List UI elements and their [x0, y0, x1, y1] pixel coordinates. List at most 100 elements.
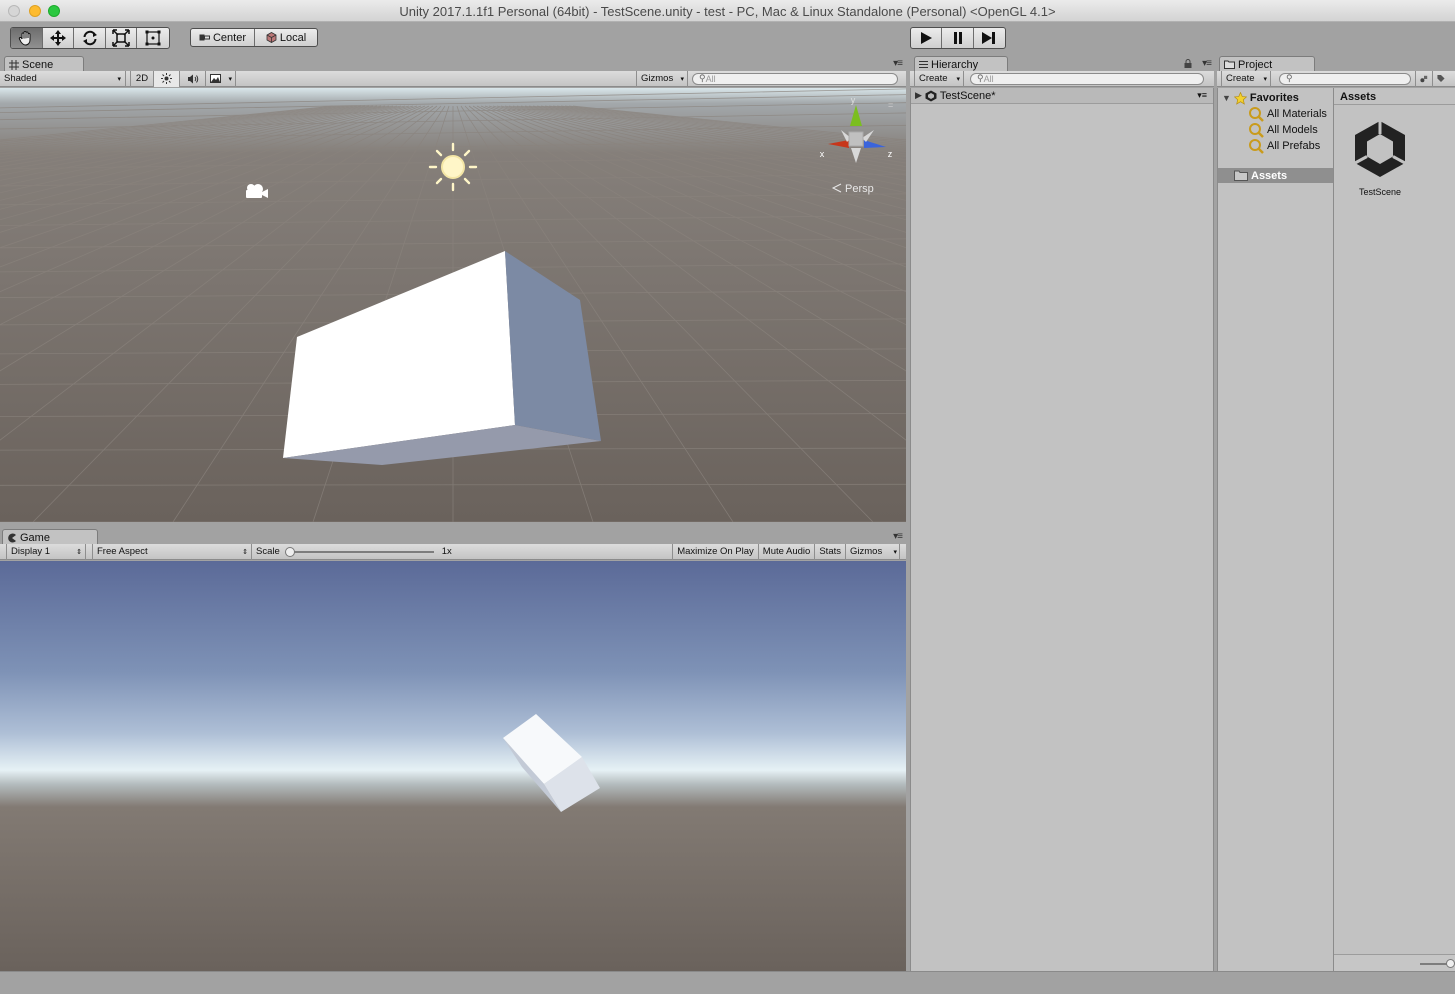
- search-by-type-button[interactable]: [1415, 70, 1433, 87]
- 2d-toggle[interactable]: 2D: [130, 70, 154, 87]
- favorite-item-prefabs[interactable]: All Prefabs: [1248, 138, 1320, 154]
- stepper-arrows-icon: ⇕: [76, 548, 82, 556]
- hand-tool-icon: [19, 31, 31, 46]
- pivot-center-button[interactable]: Center: [191, 29, 255, 46]
- rect-tool-button[interactable]: [137, 28, 169, 48]
- projection-label[interactable]: Persp: [845, 183, 874, 195]
- mute-audio-label: Mute Audio: [762, 546, 811, 557]
- dropdown-arrow-icon: ▾: [893, 548, 897, 556]
- step-button[interactable]: [974, 28, 1005, 48]
- hierarchy-toolbar: Create ▾ ⚲ All: [910, 70, 1214, 87]
- assets-folder-label: Assets: [1251, 169, 1288, 182]
- scene-gizmos-dropdown[interactable]: Gizmos ▾: [636, 70, 688, 87]
- favorite-label: All Models: [1267, 124, 1318, 136]
- hierarchy-tabstrip: Hierarchy ▾≡: [910, 54, 1214, 72]
- asset-item-testscene[interactable]: TestScene: [1350, 118, 1410, 197]
- stepper-arrows-icon: ⇕: [242, 548, 248, 556]
- scene-search-input[interactable]: ⚲ All: [692, 72, 898, 85]
- scale-slider-handle[interactable]: [284, 546, 295, 557]
- game-toolbar: Display 1 ⇕ Free Aspect ⇕ Scale 1x Maxim…: [0, 543, 906, 560]
- search-icon: ⚲: [1286, 73, 1293, 83]
- lock-icon[interactable]: [1184, 59, 1192, 68]
- scene-tabstrip: Scene ▾≡: [0, 54, 906, 72]
- game-panel-menu-icon[interactable]: ▾≡: [893, 531, 903, 542]
- move-tool-icon: [49, 30, 66, 46]
- game-gizmos-dropdown[interactable]: Gizmos ▾: [846, 543, 900, 560]
- gizmo-x-label: x: [820, 149, 825, 159]
- gizmo-lock-icon[interactable]: =: [888, 100, 893, 110]
- hierarchy-scene-row[interactable]: ▶ TestScene* ▾≡: [911, 88, 1213, 104]
- project-footer: [1334, 954, 1455, 971]
- project-create-dropdown[interactable]: Create ▾: [1221, 70, 1271, 87]
- expand-arrow-icon[interactable]: ▼: [1222, 93, 1231, 103]
- unity-logo-icon: [1354, 121, 1406, 177]
- hierarchy-scene-name: TestScene*: [939, 89, 996, 102]
- cube-icon: [266, 32, 277, 43]
- scale-slider[interactable]: [284, 544, 436, 560]
- scene-tab-label: Scene: [22, 58, 54, 71]
- favorite-item-models[interactable]: All Models: [1248, 122, 1318, 138]
- icon-size-slider-handle[interactable]: [1446, 959, 1455, 968]
- speaker-icon: [187, 74, 198, 83]
- favorite-item-materials[interactable]: All Materials: [1248, 106, 1327, 122]
- main-toolbar: Center Local: [0, 22, 1455, 54]
- directional-light-icon[interactable]: [428, 142, 478, 192]
- maximize-on-play-label: Maximize On Play: [677, 546, 754, 557]
- pause-button[interactable]: [942, 28, 974, 48]
- stats-toggle[interactable]: Stats: [815, 543, 846, 560]
- image-icon: [210, 74, 221, 83]
- playback-controls: [910, 27, 1006, 49]
- hierarchy-panel-menu-icon[interactable]: ▾≡: [1202, 58, 1212, 69]
- game-tab-label: Game: [20, 531, 50, 544]
- display-dropdown[interactable]: Display 1 ⇕: [6, 543, 86, 560]
- game-viewport[interactable]: [0, 561, 906, 971]
- play-button[interactable]: [911, 28, 943, 48]
- mute-audio-toggle[interactable]: Mute Audio: [759, 543, 816, 560]
- project-tab-label: Project: [1238, 58, 1273, 71]
- expand-arrow-icon[interactable]: ▶: [915, 90, 922, 101]
- play-icon: [921, 32, 933, 44]
- search-by-label-button[interactable]: [1433, 71, 1449, 87]
- scene-search: ⚲ All: [688, 71, 906, 87]
- scale-tool-button[interactable]: [106, 28, 138, 48]
- maximize-on-play-toggle[interactable]: Maximize On Play: [672, 543, 759, 560]
- display-label: Display 1: [11, 546, 51, 557]
- scene-viewport[interactable]: y x z = Persp: [0, 88, 906, 522]
- hierarchy-tab-label: Hierarchy: [931, 58, 979, 71]
- pivot-local-label: Local: [279, 31, 307, 44]
- gizmo-y-label: y: [851, 95, 856, 105]
- favorite-label: All Materials: [1267, 108, 1327, 120]
- hierarchy-create-dropdown[interactable]: Create ▾: [914, 70, 964, 87]
- lighting-toggle[interactable]: [154, 70, 180, 87]
- assets-folder-item[interactable]: Assets: [1218, 168, 1333, 183]
- aspect-dropdown[interactable]: Free Aspect ⇕: [92, 543, 252, 560]
- audio-toggle[interactable]: [180, 70, 206, 87]
- favorites-item[interactable]: ▼ Favorites: [1222, 90, 1299, 106]
- scale-tool-icon: [112, 29, 130, 47]
- assets-breadcrumb[interactable]: Assets: [1334, 88, 1455, 105]
- unity-scene-icon: [925, 90, 937, 101]
- hand-tool-button[interactable]: [11, 28, 43, 48]
- step-icon: [982, 32, 996, 44]
- search-favorite-icon: [1249, 107, 1264, 122]
- scale-label: Scale: [256, 546, 280, 557]
- aspect-label: Free Aspect: [97, 546, 148, 557]
- window-title: Unity 2017.1.1f1 Personal (64bit) - Test…: [399, 4, 1056, 19]
- project-panel: ▼ Favorites All Materials All Models All…: [1217, 88, 1455, 971]
- hierarchy-search-input[interactable]: ⚲ All: [970, 72, 1204, 85]
- asset-name-label: TestScene: [1358, 187, 1402, 197]
- move-tool-button[interactable]: [43, 28, 75, 48]
- game-tabstrip: Game ▾≡: [0, 527, 906, 545]
- dropdown-arrow-icon: ▾: [956, 75, 960, 83]
- pivot-toggles: Center Local: [190, 28, 318, 47]
- effects-dropdown[interactable]: ▾: [206, 70, 236, 87]
- project-folder-tree: ▼ Favorites All Materials All Models All…: [1218, 88, 1333, 971]
- pivot-local-button[interactable]: Local: [255, 29, 317, 46]
- shading-mode-dropdown[interactable]: Shaded ▾: [0, 70, 126, 87]
- project-search-input[interactable]: ⚲: [1279, 72, 1411, 85]
- scene-options-icon[interactable]: ▾≡: [1197, 90, 1207, 101]
- 2d-toggle-label: 2D: [135, 73, 149, 84]
- tag-icon: [1437, 74, 1445, 83]
- scene-panel-menu-icon[interactable]: ▾≡: [893, 58, 903, 69]
- rotate-tool-button[interactable]: [74, 28, 106, 48]
